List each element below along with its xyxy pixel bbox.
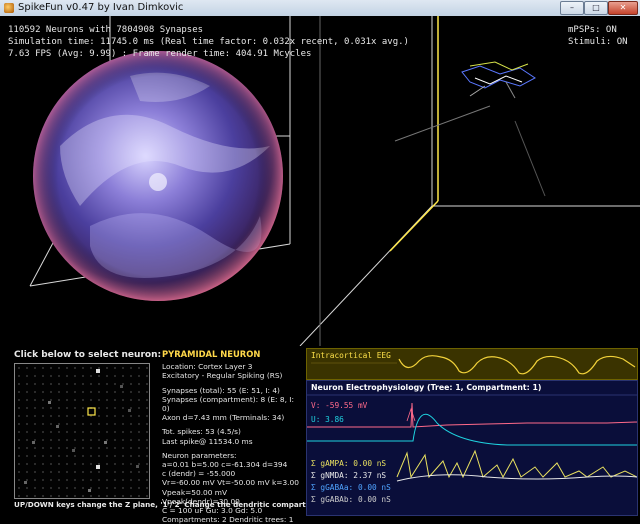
gnmda-readout: Σ gNMDA: 2.37 nS [311, 471, 387, 480]
recovery-readout: U: 3.86 [311, 415, 344, 424]
3d-viewport[interactable]: 110592 Neurons with 7804908 Synapses Sim… [0, 16, 640, 346]
params-title: Neuron parameters: [162, 450, 237, 460]
ggabab-readout: Σ gGABAb: 0.00 nS [311, 495, 391, 504]
param-line-2: c (dendr) = -55.000 [162, 469, 236, 479]
app-icon [4, 3, 14, 13]
u-trace [307, 413, 637, 446]
eeg-label: Intracortical EEG [311, 351, 391, 360]
gampa-trace [396, 449, 637, 479]
axon-info: Axon d=7.43 mm (Terminals: 34) [162, 413, 285, 423]
ggabaa-readout: Σ gGABAa: 0.00 nS [311, 483, 391, 492]
minimize-button[interactable]: – [560, 1, 584, 15]
eeg-trace [398, 355, 636, 375]
neuron-type-title: PYRAMIDAL NEURON [162, 349, 261, 359]
param-line-6: Compartments: 2 Dendritic trees: 1 [162, 515, 294, 524]
hud-simulation-time: Simulation time: 11745.0 ms (Real time f… [8, 37, 409, 47]
synapses-total: Synapses (total): 55 (E: 51, I: 4) [162, 385, 280, 395]
neuron-grid-canvas [15, 364, 149, 498]
neuron-location: Location: Cortex Layer 3 [162, 362, 253, 372]
selector-caption: Click below to select neuron: [14, 350, 162, 360]
last-spike: Last spike@ 11534.0 ms [162, 436, 253, 446]
hud-fps: 7.63 FPS (Avg: 9.99) : Frame render time… [8, 49, 312, 59]
hud-mpsps-status: mPSPs: ON [568, 25, 617, 35]
title-bar[interactable]: SpikeFun v0.47 by Ivan Dimkovic – □ ✕ [0, 0, 640, 17]
ephys-title: Neuron Electrophysiology (Tree: 1, Compa… [311, 383, 542, 392]
hud-stimuli-status: Stimuli: ON [568, 37, 628, 47]
param-line-3: Vr=-60.00 mV Vt=-50.00 mV k=3.00 [162, 478, 299, 488]
total-spikes: Tot. spikes: 53 (4.5/s) [162, 427, 241, 437]
neuron-sphere [33, 51, 283, 301]
window-title: SpikeFun v0.47 by Ivan Dimkovic [18, 2, 184, 13]
neuron-cluster [394, 61, 536, 142]
eeg-panel: Intracortical EEG [306, 348, 638, 380]
viewport-canvas [29, 16, 640, 346]
neuron-firing-type: Excitatory - Regular Spiking (RS) [162, 371, 283, 381]
neuron-selector-grid[interactable] [14, 363, 150, 499]
gampa-readout: Σ gAMPA: 0.00 nS [311, 459, 387, 468]
close-button[interactable]: ✕ [608, 1, 638, 15]
neuron-info-panel: PYRAMIDAL NEURON Location: Cortex Layer … [162, 349, 302, 524]
maximize-button[interactable]: □ [584, 1, 608, 15]
app-window: SpikeFun v0.47 by Ivan Dimkovic – □ ✕ 11… [0, 0, 640, 524]
param-line-1: a=0.01 b=5.00 c=-61.304 d=394 [162, 460, 288, 470]
voltage-readout: V: -59.55 mV [311, 401, 368, 410]
ephys-panel: Neuron Electrophysiology (Tree: 1, Compa… [306, 380, 638, 516]
bottom-panel: Click below to select neuron: PYRAMIDAL … [0, 346, 640, 524]
gnmda-trace [396, 474, 637, 482]
synapses-compartment: Synapses (compartment): 8 (E: 8, I: 0) [162, 394, 294, 414]
keyboard-hint: UP/DOWN keys change the Z plane, '1'/'2'… [14, 500, 327, 509]
hud-neuron-count: 110592 Neurons with 7804908 Synapses [8, 25, 204, 35]
